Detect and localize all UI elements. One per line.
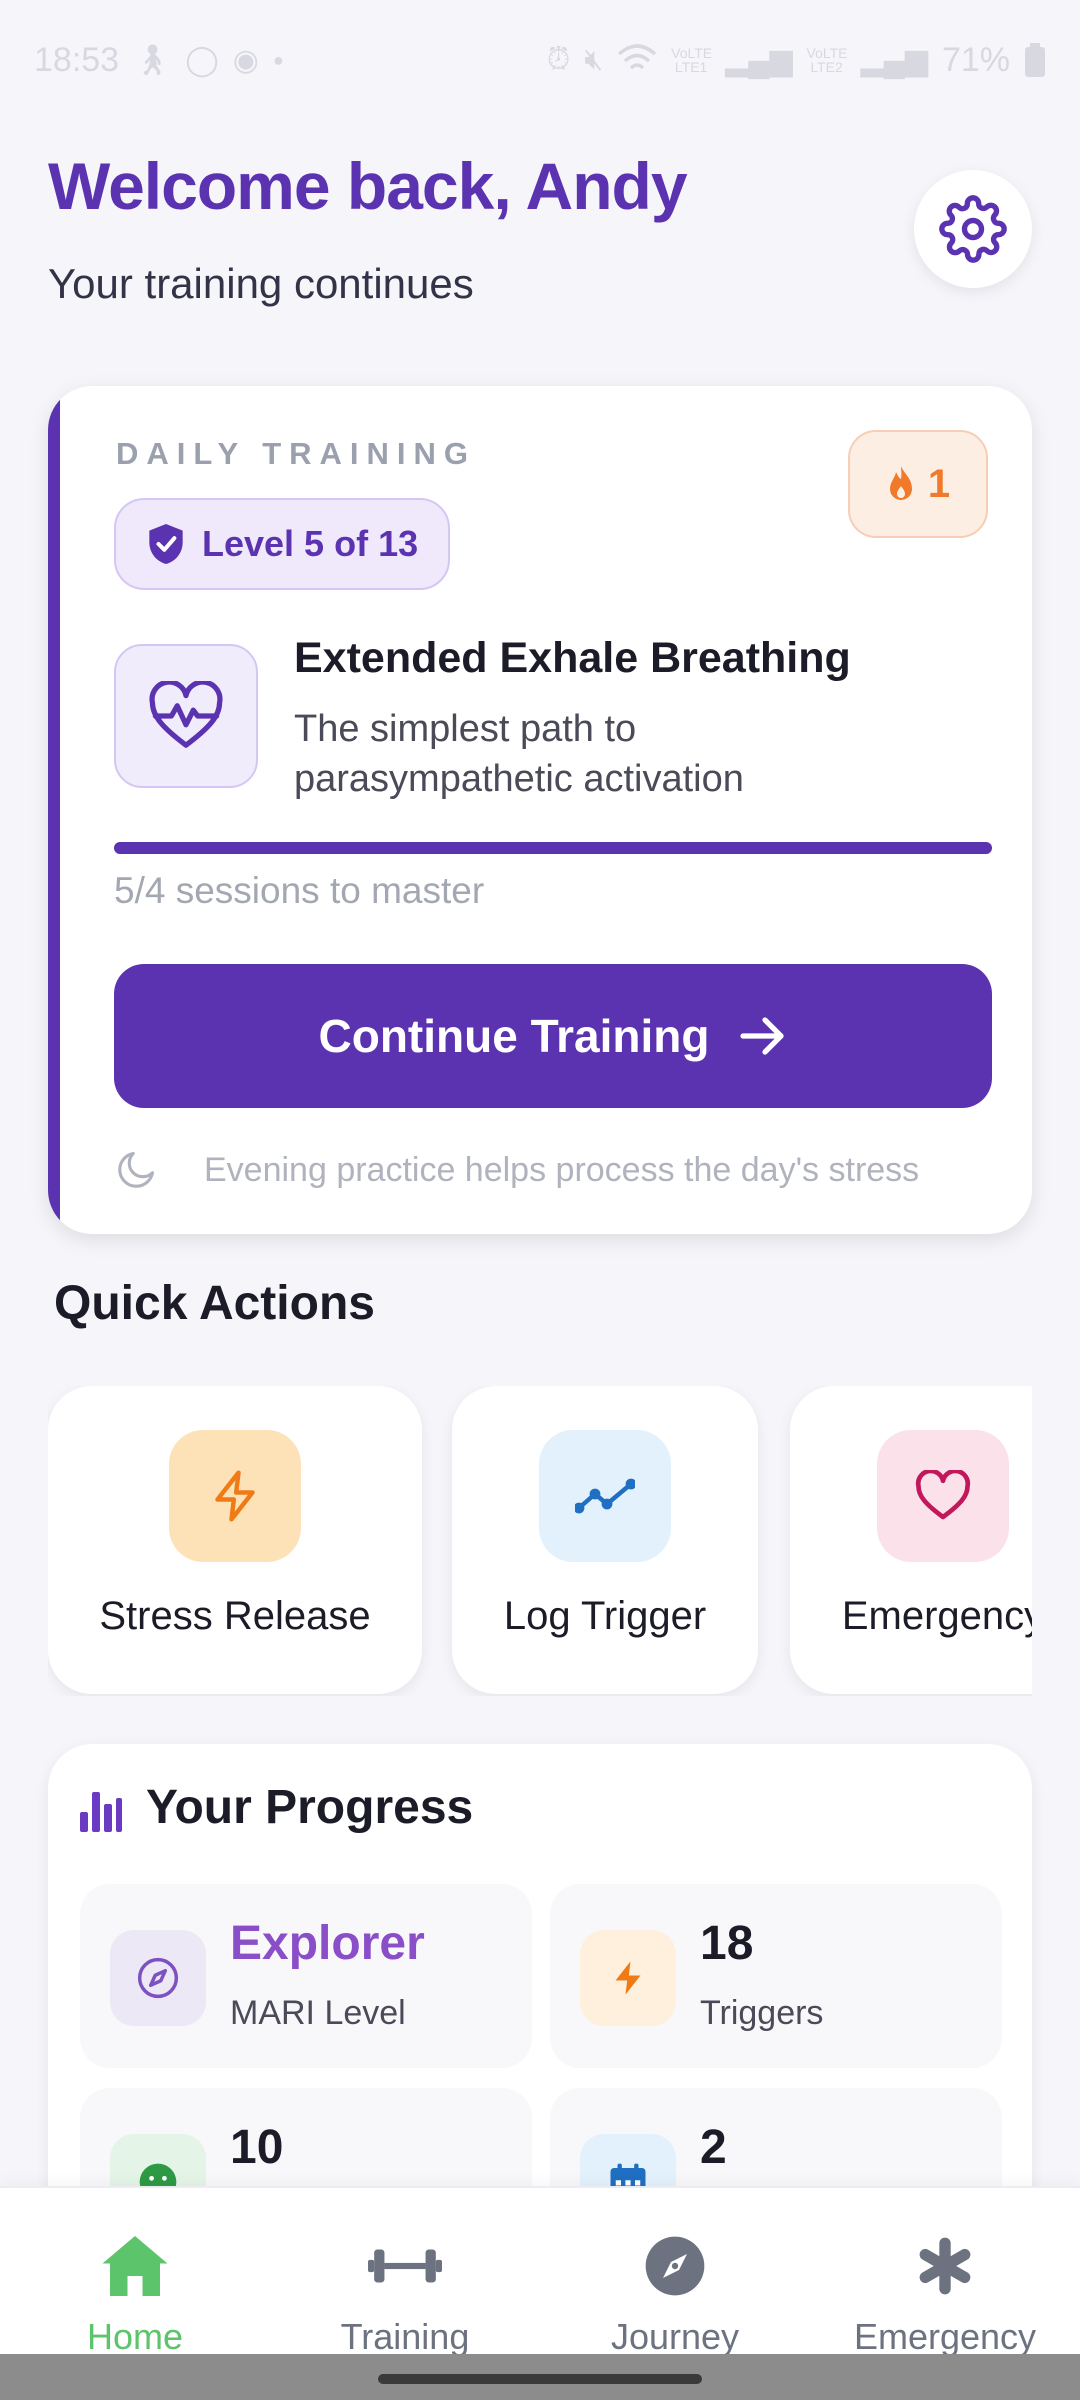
alarm-icon: ⏰︎: [546, 43, 571, 76]
quick-actions-scroller[interactable]: Stress Release Log Trigger Emergency: [48, 1386, 1032, 1696]
flame-icon: [889, 466, 912, 500]
heart-icon: [915, 1470, 971, 1520]
level-text: Level 5 of 13: [202, 523, 419, 564]
stat-mari-level[interactable]: Explorer MARI Level: [80, 1884, 532, 2068]
dumbbell-icon: [365, 2226, 445, 2306]
bar-chart-icon: [80, 1791, 122, 1832]
quick-action-icon-box: [877, 1430, 1009, 1562]
quick-action-label: Emergency: [841, 1594, 1032, 1638]
stat-value: 10: [230, 2121, 284, 2174]
nav-label: Emergency: [853, 2316, 1037, 2357]
progress-header: Your Progress: [80, 1780, 473, 1835]
whatsapp-icon: ◯: [185, 43, 219, 77]
settings-button[interactable]: [914, 170, 1032, 288]
mastery-progress-fill: [114, 842, 992, 854]
quick-actions-title: Quick Actions: [54, 1277, 375, 1330]
tip-text: Evening practice helps process the day's…: [204, 1150, 920, 1189]
mastery-progress-bar: [114, 842, 992, 854]
arrow-right-icon: [740, 1017, 785, 1055]
lightning-icon: [215, 1470, 255, 1522]
gear-icon: [939, 195, 1007, 263]
heart-pulse-icon: [149, 681, 223, 748]
quick-action-stress-release[interactable]: Stress Release: [48, 1386, 422, 1694]
quick-action-icon-box: [539, 1430, 671, 1562]
daily-training-label: DAILY TRAINING: [116, 436, 477, 471]
stat-icon-box: [110, 1930, 206, 2026]
compass-icon: [635, 2226, 715, 2306]
dot-icon: ●: [272, 49, 284, 70]
signal-bars-icon: ▂▄▆: [725, 43, 793, 77]
header: Welcome back, Andy Your training continu…: [48, 140, 1032, 320]
status-time: 18:53: [34, 40, 120, 79]
moon-icon: [118, 1151, 155, 1188]
streak-count: 1: [927, 461, 951, 506]
trend-icon: [575, 1478, 635, 1514]
battery-text: 71%: [941, 40, 1010, 79]
walk-icon: 🚶︎: [133, 43, 172, 77]
stat-value: 18: [700, 1917, 754, 1970]
quick-action-icon-box: [169, 1430, 301, 1562]
stat-label: MARI Level: [230, 1994, 406, 2032]
daily-training-card: DAILY TRAINING 1 Level 5 of 13 Extended …: [48, 386, 1032, 1234]
welcome-subtitle: Your training continues: [48, 260, 474, 307]
signal-lte1-icon: VoLTE LTE1: [671, 45, 713, 75]
quick-action-label: Stress Release: [99, 1594, 371, 1638]
home-icon: [95, 2226, 175, 2306]
quick-action-emergency[interactable]: Emergency: [790, 1386, 1032, 1694]
stat-label: Triggers: [700, 1994, 824, 2032]
status-bar: 18:53 🚶︎ ◯ ◉ ● ⏰︎ 🔇︎ VoLTE LTE1 ▂▄▆ VoLT…: [0, 0, 1080, 120]
continue-training-button[interactable]: Continue Training: [114, 964, 992, 1108]
signal-lte2-icon: VoLTE LTE2: [806, 45, 848, 75]
stat-value: 2: [700, 2121, 727, 2174]
level-badge: Level 5 of 13: [114, 498, 451, 590]
lightning-icon: [615, 1961, 641, 1995]
continue-training-label: Continue Training: [318, 1010, 710, 1062]
gesture-handle[interactable]: [378, 2374, 702, 2384]
status-right: ⏰︎ 🔇︎ VoLTE LTE1 ▂▄▆ VoLTE LTE2 ▂▄▆ 71%: [547, 41, 1046, 80]
welcome-title: Welcome back, Andy: [48, 149, 688, 223]
quick-action-label: Log Trigger: [503, 1594, 707, 1638]
stat-icon-box: [580, 1930, 676, 2026]
wifi-icon: [617, 44, 657, 70]
exercise-icon-box: [114, 644, 258, 788]
status-left: 18:53 🚶︎ ◯ ◉ ●: [34, 41, 284, 80]
stat-value: Explorer: [230, 1917, 425, 1970]
location-icon: ◉: [232, 43, 259, 77]
sessions-text: 5/4 sessions to master: [114, 870, 485, 911]
streak-badge: 1: [848, 430, 988, 538]
signal-bars-icon: ▂▄▆: [860, 43, 928, 77]
mute-icon: 🔇︎: [584, 43, 604, 76]
nav-label: Home: [86, 2316, 184, 2357]
exercise-description: The simplest path to parasympathetic act…: [294, 708, 744, 800]
nav-label: Journey: [610, 2316, 740, 2357]
tip-row: Evening practice helps process the day's…: [114, 1140, 1014, 1200]
nav-label: Training: [340, 2316, 470, 2357]
stat-triggers[interactable]: 18 Triggers: [550, 1884, 1002, 2068]
gesture-bar: [0, 2354, 1080, 2400]
progress-title: Your Progress: [146, 1781, 474, 1834]
shield-check-icon: [149, 524, 183, 564]
exercise-title: Extended Exhale Breathing: [294, 634, 851, 682]
compass-icon: [137, 1957, 179, 1999]
asterisk-icon: [905, 2226, 985, 2306]
battery-icon: [1025, 43, 1045, 77]
quick-action-log-trigger[interactable]: Log Trigger: [452, 1386, 758, 1694]
